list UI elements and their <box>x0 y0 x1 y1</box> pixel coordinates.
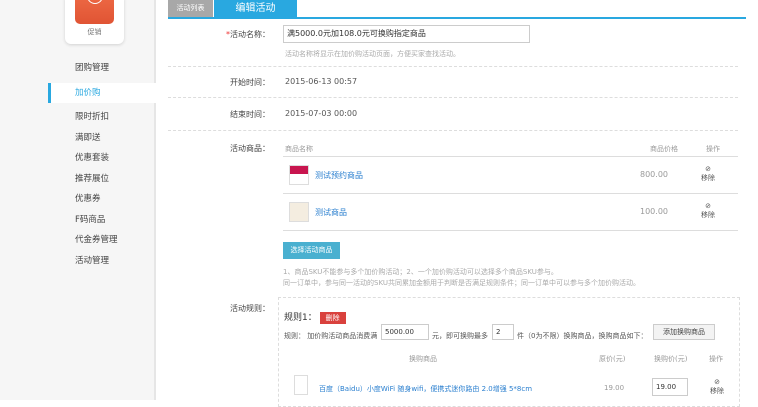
tab-bar: 活动列表 编辑活动 <box>168 0 746 19</box>
remove-label: 移除 <box>701 174 715 182</box>
rule-text-3: 元，即可换购最多 <box>432 332 488 340</box>
rules-label: 活动规则： <box>230 304 270 313</box>
rule-text: 规则： 加价购活动商品消费满 <box>284 331 377 341</box>
divider <box>168 66 738 67</box>
rule-text-4: 件（0为不限）换购商品，换购商品如下： <box>517 332 648 340</box>
start-time-label: 开始时间： <box>230 78 270 87</box>
name-label: *活动名称： <box>226 30 270 39</box>
sidebar-item-activity[interactable]: 活动管理 <box>48 251 158 272</box>
start-time-value: 2015-06-13 00:57 <box>285 77 358 86</box>
ban-icon: ⊘ <box>705 165 711 173</box>
remove-label: 移除 <box>710 387 724 395</box>
header-exchange-name: 换购商品 <box>409 355 437 363</box>
amount-input[interactable]: 5000.00 <box>381 324 429 340</box>
product-price: 800.00 <box>640 170 668 179</box>
divider <box>168 97 738 98</box>
rule-box: 规则1： 删除 规则： 加价购活动商品消费满 5000.00 元，即可换购最多 … <box>278 297 740 407</box>
sidebar-item-group-buy[interactable]: 团购管理 <box>48 58 158 79</box>
product-name-link[interactable]: 测试商品 <box>315 207 347 218</box>
note-2: 同一订单中，参与同一活动的SKU共同累加金额用于判断是否满足规则条件；同一订单中… <box>283 279 640 287</box>
sidebar-nav: 团购管理 加价购 限时折扣 满即送 优惠套装 推荐展位 优惠券 F码商品 代金券… <box>48 58 158 271</box>
orig-price: 19.00 <box>604 384 625 392</box>
sidebar-item-f-code[interactable]: F码商品 <box>48 210 158 231</box>
products-label: 活动商品： <box>230 144 270 153</box>
remove-button[interactable]: ⊘ 移除 <box>698 165 718 183</box>
header-price: 商品价格 <box>650 145 678 153</box>
products-table: 商品名称 商品价格 操作 测试预约商品 800.00 ⊘ 移除 测试商品 100.… <box>283 141 738 231</box>
note-1: 1、商品SKU不能参与多个加价购活动；2、一个加价购活动可以选择多个商品SKU参… <box>283 268 558 276</box>
add-exchange-product-button[interactable]: 添加换购商品 <box>653 324 715 340</box>
activity-name-input[interactable]: 满5000.0元加108.0元可换购指定商品 <box>283 25 530 43</box>
sidebar: 促销 团购管理 加价购 限时折扣 满即送 优惠套装 推荐展位 优惠券 F码商品 … <box>0 0 158 400</box>
product-thumbnail <box>289 202 309 222</box>
name-hint: 活动名称将显示在加价购活动页面，方便买家查找活动。 <box>285 50 460 58</box>
product-price: 100.00 <box>640 207 668 216</box>
remove-button[interactable]: ⊘ 移除 <box>698 202 718 220</box>
end-time-label: 结束时间： <box>230 110 270 119</box>
header-exchange-price: 换购价(元) <box>654 355 688 363</box>
delete-rule-button[interactable]: 删除 <box>319 312 346 324</box>
rule-title: 规则1： 删除 <box>284 310 346 324</box>
remove-label: 移除 <box>701 211 715 219</box>
exchange-price-input[interactable]: 19.00 <box>652 378 688 396</box>
divider <box>168 130 738 131</box>
shopping-bag-icon <box>75 0 114 24</box>
ban-icon: ⊘ <box>705 202 711 210</box>
promotion-logo: 促销 <box>65 0 124 44</box>
tab-edit-activity[interactable]: 编辑活动 <box>214 0 297 17</box>
tab-activity-list[interactable]: 活动列表 <box>168 0 213 17</box>
header-orig-price: 原价(元) <box>599 355 626 363</box>
rule-text-1: 规则： <box>284 332 305 340</box>
table-row: 测试预约商品 800.00 ⊘ 移除 <box>283 157 738 194</box>
header-name: 商品名称 <box>285 145 313 153</box>
sidebar-item-time-discount[interactable]: 限时折扣 <box>48 107 158 128</box>
sidebar-item-bundle[interactable]: 优惠套装 <box>48 148 158 169</box>
logo-label: 促销 <box>87 28 102 36</box>
product-name-link[interactable]: 测试预约商品 <box>315 170 363 181</box>
sidebar-item-coupon[interactable]: 优惠券 <box>48 189 158 210</box>
ban-icon: ⊘ <box>714 378 720 386</box>
product-thumbnail <box>294 375 308 395</box>
table-row: 测试商品 100.00 ⊘ 移除 <box>283 194 738 231</box>
sidebar-item-add-price-buy[interactable]: 加价购 <box>48 82 158 103</box>
header-op: 操作 <box>709 355 723 363</box>
sidebar-item-voucher[interactable]: 代金券管理 <box>48 230 158 251</box>
table-header: 商品名称 商品价格 操作 <box>283 141 738 157</box>
exchange-product-link[interactable]: 百度（Baidu）小度WiFi 随身wifi，便携式迷你路由 2.0增强 5*8… <box>319 384 532 394</box>
end-time-value: 2015-07-03 00:00 <box>285 109 358 118</box>
sidebar-item-full-gift[interactable]: 满即送 <box>48 128 158 149</box>
product-thumbnail <box>289 165 309 185</box>
select-products-button[interactable]: 选择活动商品 <box>283 242 340 259</box>
count-input[interactable]: 2 <box>492 324 514 340</box>
sidebar-item-booth[interactable]: 推荐展位 <box>48 169 158 190</box>
header-op: 操作 <box>706 145 720 153</box>
remove-button[interactable]: ⊘ 移除 <box>707 378 727 396</box>
rule-text-2: 加价购活动商品消费满 <box>307 332 378 340</box>
